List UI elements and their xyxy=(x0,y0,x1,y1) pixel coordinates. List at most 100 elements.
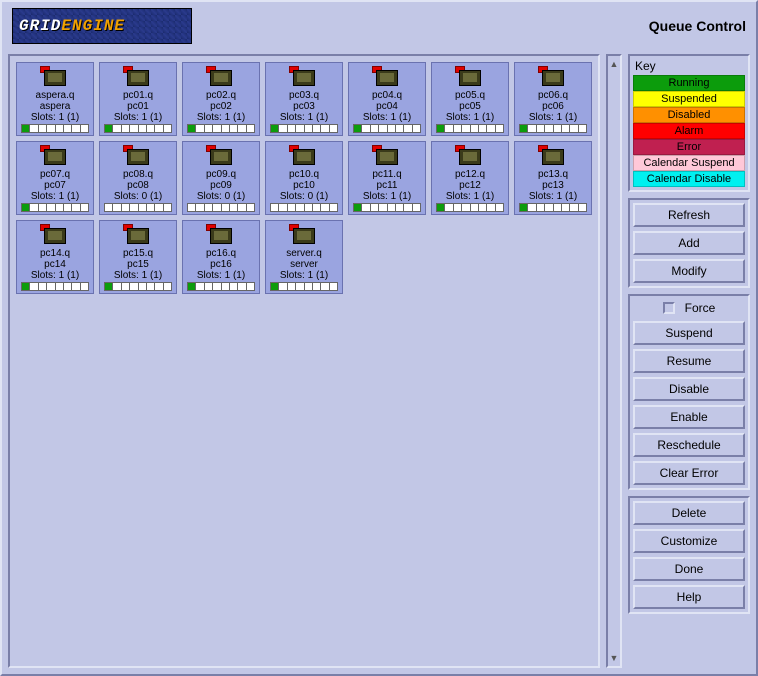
host-name: pc14 xyxy=(44,259,66,270)
help-button[interactable]: Help xyxy=(633,585,745,609)
host-name: pc09 xyxy=(210,180,232,191)
slots-label: Slots: 1 (1) xyxy=(197,270,245,281)
host-name: aspera xyxy=(40,101,71,112)
key-item-suspended: Suspended xyxy=(633,91,745,107)
queue-pc03[interactable]: pc03.qpc03Slots: 1 (1) xyxy=(265,62,343,136)
slot-bar xyxy=(436,124,504,133)
slot-bar xyxy=(270,124,338,133)
queue-pc11[interactable]: pc11.qpc11Slots: 1 (1) xyxy=(348,141,426,215)
queue-grid: aspera.qasperaSlots: 1 (1)pc01.qpc01Slot… xyxy=(16,62,592,294)
scroll-down-icon[interactable]: ▼ xyxy=(608,650,620,666)
slots-label: Slots: 1 (1) xyxy=(446,191,494,202)
host-name: pc06 xyxy=(542,101,564,112)
computer-icon xyxy=(123,145,153,167)
key-title: Key xyxy=(633,59,745,75)
queue-name: aspera.q xyxy=(36,90,75,101)
computer-icon xyxy=(372,145,402,167)
slots-label: Slots: 1 (1) xyxy=(280,270,328,281)
scroll-up-icon[interactable]: ▲ xyxy=(608,56,620,72)
gridengine-logo: GRID ENGINE xyxy=(12,8,192,44)
reschedule-button[interactable]: Reschedule xyxy=(633,433,745,457)
side-panel: Key RunningSuspendedDisabledAlarmErrorCa… xyxy=(628,54,750,668)
clear-error-button[interactable]: Clear Error xyxy=(633,461,745,485)
queue-name: pc12.q xyxy=(455,169,485,180)
header: GRID ENGINE Queue Control xyxy=(2,2,756,50)
queue-pc16[interactable]: pc16.qpc16Slots: 1 (1) xyxy=(182,220,260,294)
slots-label: Slots: 1 (1) xyxy=(31,112,79,123)
slots-label: Slots: 0 (1) xyxy=(280,191,328,202)
queue-pc02[interactable]: pc02.qpc02Slots: 1 (1) xyxy=(182,62,260,136)
force-checkbox[interactable] xyxy=(663,302,675,314)
key-panel: Key RunningSuspendedDisabledAlarmErrorCa… xyxy=(628,54,750,192)
key-item-disabled: Disabled xyxy=(633,107,745,123)
slot-bar xyxy=(353,203,421,212)
host-name: pc03 xyxy=(293,101,315,112)
host-name: pc07 xyxy=(44,180,66,191)
vertical-scrollbar[interactable]: ▲ ▼ xyxy=(606,54,622,668)
queue-pc10[interactable]: pc10.qpc10Slots: 0 (1) xyxy=(265,141,343,215)
slot-bar xyxy=(21,203,89,212)
computer-icon xyxy=(455,145,485,167)
queue-pc05[interactable]: pc05.qpc05Slots: 1 (1) xyxy=(431,62,509,136)
resume-button[interactable]: Resume xyxy=(633,349,745,373)
slots-label: Slots: 1 (1) xyxy=(446,112,494,123)
slots-label: Slots: 1 (1) xyxy=(197,112,245,123)
computer-icon xyxy=(455,66,485,88)
host-name: pc01 xyxy=(127,101,149,112)
queue-pc13[interactable]: pc13.qpc13Slots: 1 (1) xyxy=(514,141,592,215)
slots-label: Slots: 1 (1) xyxy=(280,112,328,123)
suspend-button[interactable]: Suspend xyxy=(633,321,745,345)
slots-label: Slots: 1 (1) xyxy=(363,191,411,202)
queue-pc01[interactable]: pc01.qpc01Slots: 1 (1) xyxy=(99,62,177,136)
enable-button[interactable]: Enable xyxy=(633,405,745,429)
key-item-alarm: Alarm xyxy=(633,123,745,139)
delete-button[interactable]: Delete xyxy=(633,501,745,525)
computer-icon xyxy=(206,66,236,88)
slot-bar xyxy=(519,124,587,133)
queue-pc06[interactable]: pc06.qpc06Slots: 1 (1) xyxy=(514,62,592,136)
queue-server[interactable]: server.qserverSlots: 1 (1) xyxy=(265,220,343,294)
host-name: pc12 xyxy=(459,180,481,191)
button-group-top: Refresh Add Modify xyxy=(628,198,750,288)
slot-bar xyxy=(104,282,172,291)
slot-bar xyxy=(270,203,338,212)
queue-name: pc15.q xyxy=(123,248,153,259)
host-name: pc13 xyxy=(542,180,564,191)
queue-pc04[interactable]: pc04.qpc04Slots: 1 (1) xyxy=(348,62,426,136)
queue-name: pc03.q xyxy=(289,90,319,101)
queue-aspera[interactable]: aspera.qasperaSlots: 1 (1) xyxy=(16,62,94,136)
queue-name: pc06.q xyxy=(538,90,568,101)
queue-pc14[interactable]: pc14.qpc14Slots: 1 (1) xyxy=(16,220,94,294)
queue-control-window: GRID ENGINE Queue Control aspera.qaspera… xyxy=(0,0,758,676)
done-button[interactable]: Done xyxy=(633,557,745,581)
slot-bar xyxy=(21,124,89,133)
computer-icon xyxy=(40,66,70,88)
computer-icon xyxy=(372,66,402,88)
slots-label: Slots: 1 (1) xyxy=(363,112,411,123)
modify-button[interactable]: Modify xyxy=(633,259,745,283)
slot-bar xyxy=(187,124,255,133)
queue-name: pc16.q xyxy=(206,248,236,259)
computer-icon xyxy=(289,66,319,88)
queue-pc08[interactable]: pc08.qpc08Slots: 0 (1) xyxy=(99,141,177,215)
host-name: pc08 xyxy=(127,180,149,191)
key-item-error: Error xyxy=(633,139,745,155)
computer-icon xyxy=(123,66,153,88)
queue-name: pc04.q xyxy=(372,90,402,101)
refresh-button[interactable]: Refresh xyxy=(633,203,745,227)
disable-button[interactable]: Disable xyxy=(633,377,745,401)
queue-pc12[interactable]: pc12.qpc12Slots: 1 (1) xyxy=(431,141,509,215)
force-label: Force xyxy=(685,301,716,315)
queue-pc07[interactable]: pc07.qpc07Slots: 1 (1) xyxy=(16,141,94,215)
queue-pc15[interactable]: pc15.qpc15Slots: 1 (1) xyxy=(99,220,177,294)
host-name: pc02 xyxy=(210,101,232,112)
slot-bar xyxy=(270,282,338,291)
customize-button[interactable]: Customize xyxy=(633,529,745,553)
queue-name: pc07.q xyxy=(40,169,70,180)
logo-text-grid: GRID xyxy=(19,17,61,35)
slots-label: Slots: 1 (1) xyxy=(529,112,577,123)
slot-bar xyxy=(187,282,255,291)
queue-pc09[interactable]: pc09.qpc09Slots: 0 (1) xyxy=(182,141,260,215)
add-button[interactable]: Add xyxy=(633,231,745,255)
computer-icon xyxy=(289,145,319,167)
